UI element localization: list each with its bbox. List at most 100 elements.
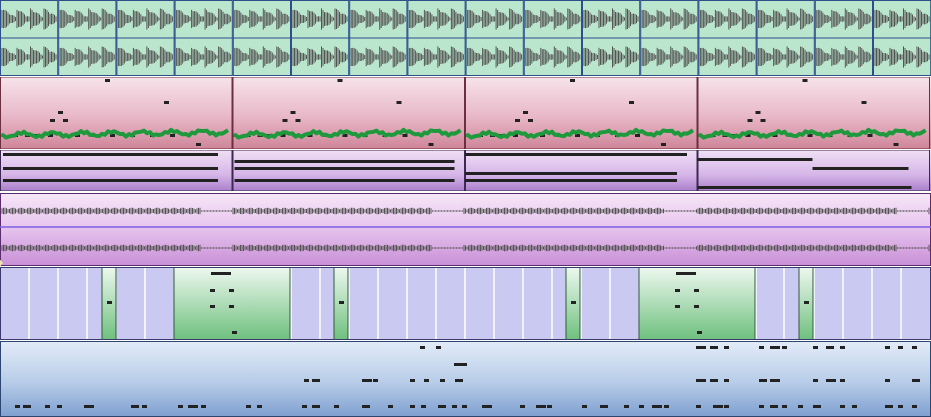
audio-clip[interactable] [698, 0, 757, 76]
audio-clip[interactable] [0, 0, 59, 76]
note [455, 379, 463, 382]
audio-clip[interactable] [523, 0, 582, 76]
track-drum-pattern[interactable] [0, 77, 931, 149]
note [852, 405, 857, 408]
note [885, 379, 890, 382]
drum-clip[interactable] [697, 77, 930, 149]
playhead-marker-icon[interactable] [0, 253, 3, 273]
long-note [465, 179, 677, 182]
note [229, 305, 234, 308]
note [600, 405, 608, 408]
note [652, 405, 662, 408]
note [635, 134, 640, 137]
track-audio-recording[interactable] [0, 193, 931, 266]
audio-clip[interactable] [640, 0, 699, 76]
track-melody-notes[interactable] [0, 341, 931, 417]
note [710, 379, 718, 382]
long-note [697, 158, 813, 161]
track-pad-notes[interactable] [0, 150, 931, 191]
note [861, 101, 867, 104]
note [312, 379, 320, 382]
audio-clip[interactable] [582, 0, 641, 76]
note [840, 405, 845, 408]
note [424, 379, 429, 382]
melody-clip[interactable] [0, 341, 931, 417]
note [211, 272, 231, 275]
automation-line [698, 127, 927, 140]
pad-clip[interactable] [232, 150, 465, 191]
note [582, 405, 587, 408]
note [304, 379, 309, 382]
note [802, 79, 808, 82]
audio-clip[interactable] [174, 0, 233, 76]
pattern-block[interactable] [101, 267, 117, 340]
note [63, 119, 68, 122]
note [713, 405, 723, 408]
track-audio-clips[interactable] [0, 0, 931, 76]
pattern-block[interactable] [565, 267, 581, 340]
note [410, 379, 415, 382]
note [396, 101, 402, 104]
note [759, 379, 767, 382]
note [312, 405, 320, 408]
audio-clip[interactable] [232, 0, 292, 76]
note [696, 379, 706, 382]
pattern-block[interactable] [798, 267, 814, 340]
drum-clip[interactable] [0, 77, 233, 149]
pad-clip[interactable] [465, 150, 698, 191]
audio-clip[interactable] [873, 0, 931, 76]
recording-waveform [0, 193, 931, 266]
note [528, 119, 533, 122]
audio-clip[interactable] [291, 0, 350, 76]
pattern-block[interactable] [333, 267, 349, 340]
note [694, 305, 699, 308]
note [885, 346, 890, 349]
long-note [234, 167, 455, 170]
note [164, 101, 169, 104]
note [420, 346, 425, 349]
note [629, 101, 634, 104]
note [436, 346, 441, 349]
note [421, 405, 426, 408]
note [536, 405, 546, 408]
note [696, 405, 701, 408]
audio-clip[interactable] [814, 0, 873, 76]
note [760, 119, 766, 122]
pattern-block[interactable] [173, 267, 291, 340]
pattern-block[interactable] [638, 267, 756, 340]
note [402, 134, 408, 137]
note [624, 405, 629, 408]
note [696, 346, 706, 349]
track-chord-pattern[interactable] [0, 267, 931, 340]
note [440, 379, 445, 382]
note [131, 405, 139, 408]
note [755, 111, 761, 114]
note [302, 405, 307, 408]
audio-clip[interactable] [116, 0, 175, 76]
audio-clip[interactable] [407, 0, 466, 76]
pad-clip[interactable] [0, 150, 233, 191]
long-note [3, 179, 218, 182]
note [188, 405, 198, 408]
note [840, 379, 845, 382]
note [813, 405, 821, 408]
note [58, 111, 63, 114]
note [438, 405, 446, 408]
note [45, 405, 50, 408]
audio-clip[interactable] [756, 0, 815, 76]
note [813, 346, 818, 349]
audio-clip[interactable] [349, 0, 408, 76]
note [840, 346, 845, 349]
automation-line [466, 127, 695, 140]
drum-clip[interactable] [232, 77, 465, 149]
drum-clip[interactable] [465, 77, 698, 149]
note [770, 405, 778, 408]
audio-clip[interactable] [58, 0, 117, 76]
note [362, 379, 372, 382]
pad-clip[interactable] [697, 150, 930, 191]
note [912, 379, 920, 382]
audio-clip[interactable] [465, 0, 524, 76]
note [232, 331, 237, 334]
recording-clip[interactable] [0, 193, 931, 266]
note [770, 346, 780, 349]
